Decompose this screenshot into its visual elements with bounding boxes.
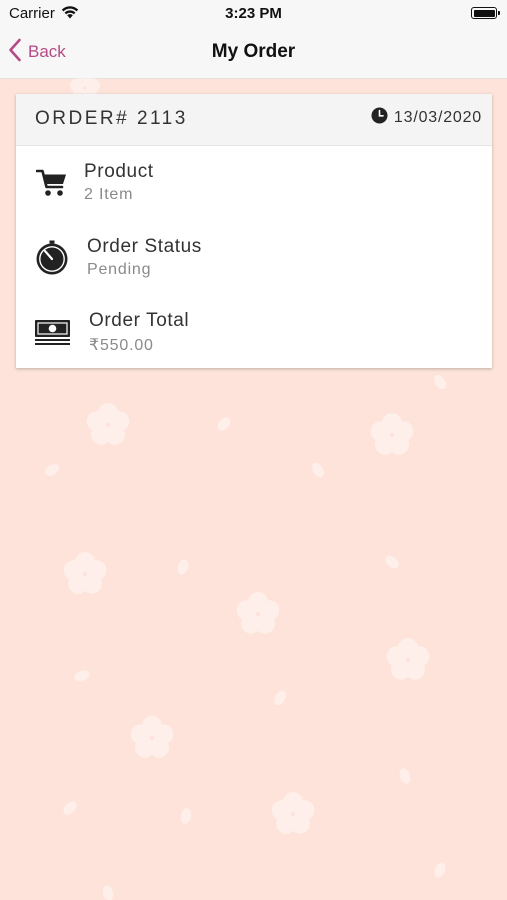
timer-icon: [34, 240, 70, 276]
order-card-header: ORDER# 2113 13/03/2020: [16, 94, 492, 146]
product-title: Product: [84, 161, 154, 182]
order-card[interactable]: ORDER# 2113 13/03/2020 Product 2 Item Or…: [16, 94, 492, 368]
order-status-title: Order Status: [87, 236, 202, 257]
order-total-title: Order Total: [89, 310, 190, 331]
page-title: My Order: [211, 41, 296, 62]
order-number: ORDER# 2113: [35, 108, 188, 129]
order-status-value: Pending: [87, 261, 152, 278]
order-total-amount: ₹550.00: [89, 337, 154, 354]
product-row: Product 2 Item: [16, 157, 492, 217]
battery-icon: [471, 7, 500, 19]
status-bar: Carrier 3:23 PM: [0, 0, 507, 27]
order-total-row: Order Total ₹550.00: [16, 306, 492, 366]
cart-icon: [34, 165, 70, 201]
navigation-bar: Back My Order: [0, 27, 507, 79]
clock-time: 3:23 PM: [225, 5, 282, 22]
order-date: 13/03/2020: [371, 107, 482, 129]
order-date-text: 13/03/2020: [393, 109, 482, 126]
order-status-row: Order Status Pending: [16, 232, 492, 292]
clock-icon: [371, 107, 388, 129]
product-count: 2 Item: [84, 186, 134, 203]
cash-icon: [33, 314, 71, 350]
